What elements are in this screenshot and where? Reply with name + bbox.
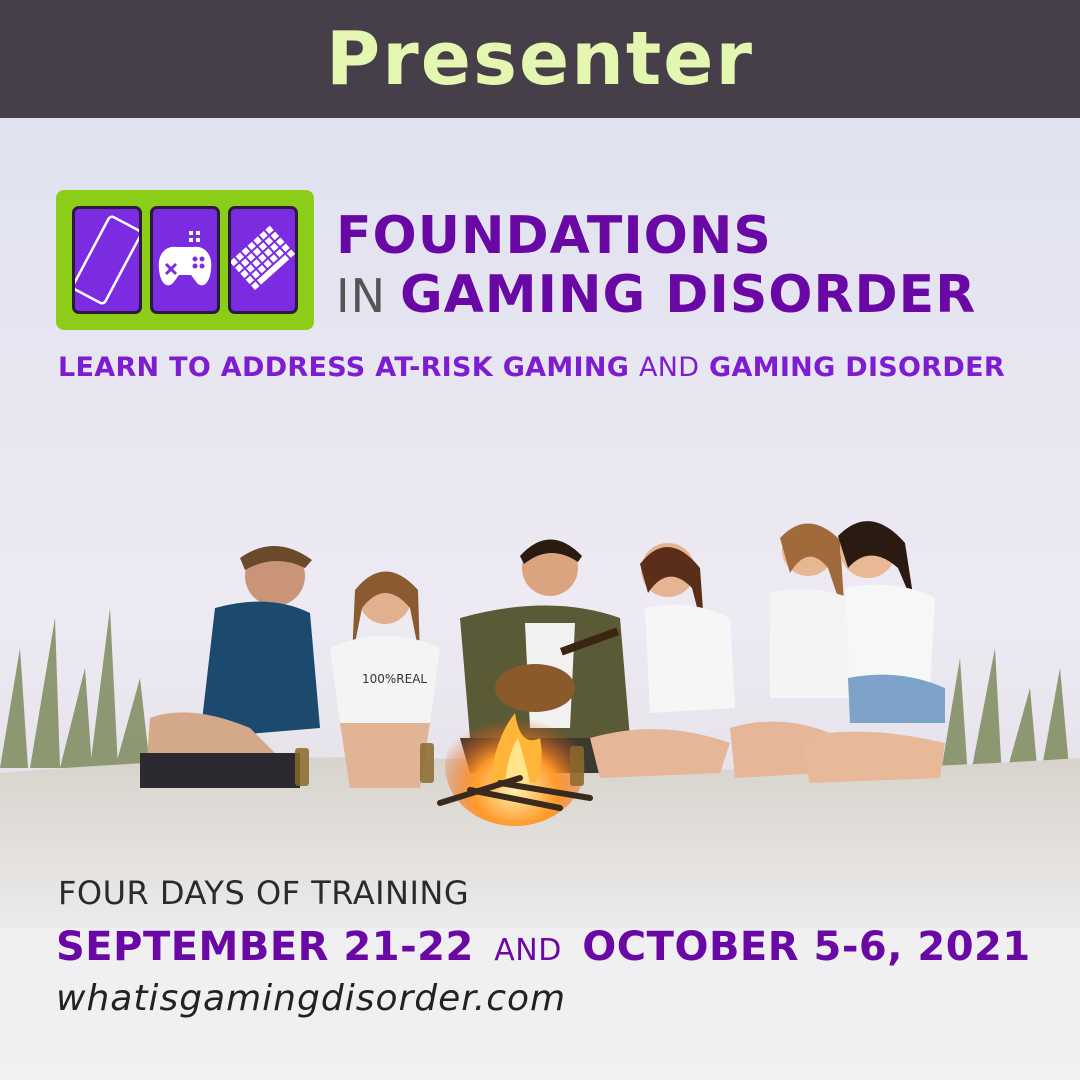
program-title-main: GAMING DISORDER bbox=[399, 265, 977, 325]
tagline-and: AND bbox=[638, 352, 700, 383]
smartphone-icon bbox=[72, 206, 142, 314]
training-dates: SEPTEMBER 21-22 AND OCTOBER 5-6, 2021 bbox=[56, 924, 1031, 970]
campfire-photo: 100%REAL bbox=[0, 521, 1080, 928]
shirt-print: 100%REAL bbox=[362, 672, 427, 686]
gamepad-icon bbox=[150, 206, 220, 314]
keyboard-icon bbox=[228, 206, 298, 314]
website-url: whatisgamingdisorder.com bbox=[56, 978, 567, 1019]
poster: FOUNDATIONS IN GAMING DISORDER LEARN TO A… bbox=[0, 118, 1080, 1080]
dates-and: AND bbox=[494, 933, 562, 968]
banner-title: Presenter bbox=[326, 16, 754, 102]
dates-part1: SEPTEMBER 21-22 bbox=[56, 924, 474, 970]
program-title-line2: IN GAMING DISORDER bbox=[336, 265, 976, 325]
training-duration: FOUR DAYS OF TRAINING bbox=[58, 874, 470, 912]
tagline-part2: GAMING DISORDER bbox=[709, 352, 1005, 383]
logo bbox=[56, 190, 314, 330]
program-title-line1: FOUNDATIONS bbox=[336, 206, 772, 266]
tagline: LEARN TO ADDRESS AT-RISK GAMING AND GAMI… bbox=[58, 352, 1005, 383]
program-title-in: IN bbox=[336, 269, 386, 323]
tagline-part1: LEARN TO ADDRESS AT-RISK GAMING bbox=[58, 352, 630, 383]
dates-part2: OCTOBER 5-6, 2021 bbox=[582, 924, 1031, 970]
top-banner: Presenter bbox=[0, 0, 1080, 118]
